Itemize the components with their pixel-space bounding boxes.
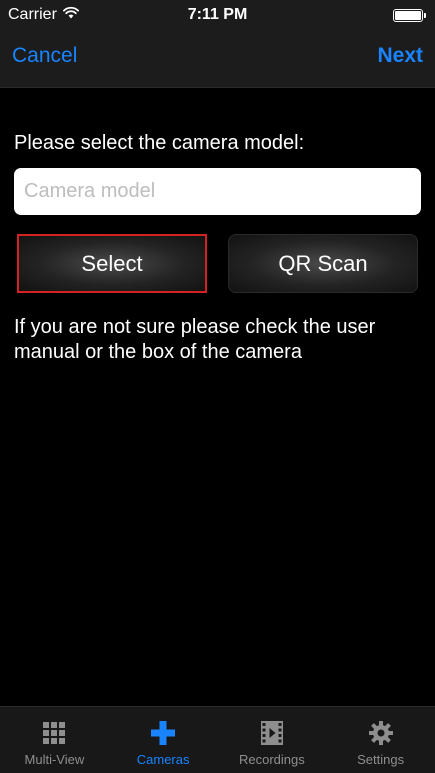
tab-cameras[interactable]: Cameras <box>109 707 218 773</box>
qr-scan-button[interactable]: QR Scan <box>228 234 418 293</box>
tab-label: Cameras <box>136 752 190 767</box>
qr-scan-button-label: QR Scan <box>278 250 368 276</box>
select-button[interactable]: Select <box>17 234 207 293</box>
tab-label: Recordings <box>238 752 305 767</box>
camera-model-input[interactable] <box>14 168 421 215</box>
status-bar: Carrier 7:11 PM <box>0 0 435 30</box>
gear-icon <box>368 720 393 746</box>
status-time: 7:11 PM <box>187 6 248 23</box>
select-button-label: Select <box>81 250 143 276</box>
battery-fill <box>395 11 421 20</box>
tab-settings[interactable]: Settings <box>326 707 435 773</box>
battery-icon <box>393 9 426 22</box>
plus-icon <box>151 720 176 746</box>
screen: Carrier 7:11 PM Cancel Next Please selec… <box>0 0 435 773</box>
hint-text: If you are not sure please check the use… <box>14 316 376 363</box>
next-button[interactable]: Next <box>377 44 423 68</box>
tab-label: Settings <box>357 752 405 767</box>
tab-label: Multi-View <box>24 752 85 767</box>
tab-multi-view[interactable]: Multi-View <box>0 707 109 773</box>
tab-recordings[interactable]: Recordings <box>218 707 327 773</box>
film-icon <box>260 720 283 746</box>
cancel-button[interactable]: Cancel <box>12 44 77 68</box>
grid-icon <box>43 720 66 746</box>
tab-bar: Multi-View Cameras Recordings Settings <box>0 706 435 773</box>
camera-model-prompt: Please select the camera model: <box>14 132 305 154</box>
nav-bar: Cancel Next <box>0 30 435 88</box>
